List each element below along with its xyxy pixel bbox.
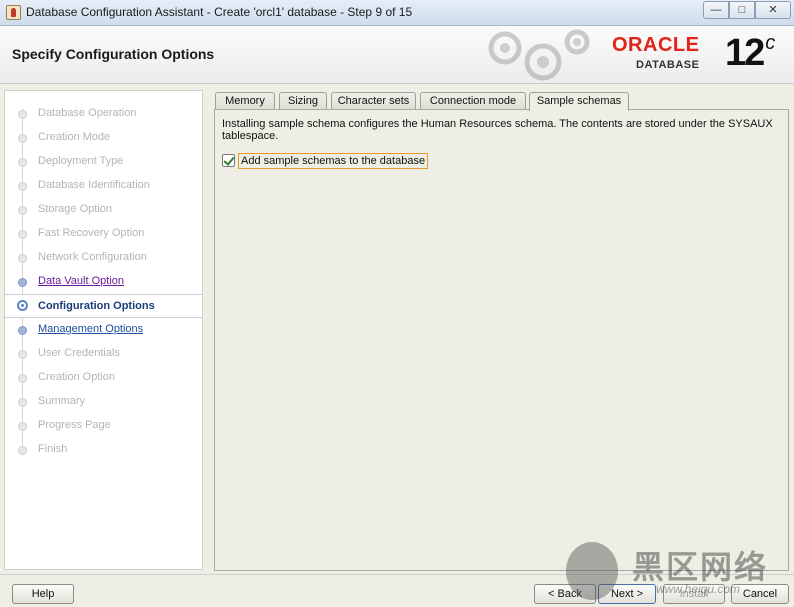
back-button[interactable]: < Back bbox=[534, 584, 596, 604]
oracle-product-text: DATABASE bbox=[636, 59, 700, 71]
step-indicator-icon bbox=[18, 182, 27, 191]
step-label: Configuration Options bbox=[38, 300, 155, 312]
oracle-brand-text: ORACLE bbox=[612, 34, 700, 56]
step-network-configuration: Network Configuration bbox=[5, 247, 202, 269]
step-label: Summary bbox=[38, 395, 86, 407]
tab-memory[interactable]: Memory bbox=[215, 92, 275, 110]
step-management-options[interactable]: Management Options bbox=[5, 319, 202, 341]
step-configuration-options: Configuration Options bbox=[5, 294, 202, 318]
step-label[interactable]: Management Options bbox=[38, 323, 143, 335]
cancel-button[interactable]: Cancel bbox=[731, 584, 789, 604]
step-creation-option: Creation Option bbox=[5, 367, 202, 389]
step-label: Creation Mode bbox=[38, 131, 111, 143]
step-indicator-icon bbox=[18, 254, 27, 263]
step-label: Fast Recovery Option bbox=[38, 227, 145, 239]
step-label: Deployment Type bbox=[38, 155, 124, 167]
step-data-vault-option[interactable]: Data Vault Option bbox=[5, 271, 202, 293]
version-suffix: c bbox=[765, 32, 775, 54]
wizard-button-bar: Help < Back Next > Install Cancel bbox=[0, 574, 794, 607]
window-title: Database Configuration Assistant - Creat… bbox=[26, 5, 413, 19]
gears-decoration-icon bbox=[488, 29, 590, 81]
step-indicator-icon bbox=[18, 446, 27, 455]
wizard-header: Specify Configuration Options ORACLE DAT… bbox=[0, 26, 794, 84]
tab-sample-schemas[interactable]: Sample schemas bbox=[529, 92, 629, 111]
step-label: Finish bbox=[38, 443, 68, 455]
step-indicator-icon bbox=[18, 398, 27, 407]
step-label: Database Identification bbox=[38, 179, 150, 191]
java-app-icon bbox=[6, 5, 21, 20]
step-label: Progress Page bbox=[38, 419, 111, 431]
step-indicator-icon bbox=[18, 326, 27, 335]
step-indicator-icon bbox=[18, 158, 27, 167]
step-summary: Summary bbox=[5, 391, 202, 413]
step-indicator-icon bbox=[18, 350, 27, 359]
step-indicator-icon bbox=[18, 422, 27, 431]
step-label: Creation Option bbox=[38, 371, 116, 383]
next-button[interactable]: Next > bbox=[598, 584, 656, 604]
step-navigation: Database Operation Creation Mode Deploym… bbox=[4, 90, 203, 570]
step-label: Storage Option bbox=[38, 203, 112, 215]
step-user-credentials: User Credentials bbox=[5, 343, 202, 365]
step-progress-page: Progress Page bbox=[5, 415, 202, 437]
step-finish: Finish bbox=[5, 439, 202, 461]
sample-schemas-checkbox-label[interactable]: Add sample schemas to the database bbox=[238, 153, 429, 169]
current-step-indicator-icon bbox=[17, 300, 28, 311]
step-indicator-icon bbox=[18, 374, 27, 383]
step-indicator-icon bbox=[18, 110, 27, 119]
step-label: Network Configuration bbox=[38, 251, 147, 263]
tab-connection-mode[interactable]: Connection mode bbox=[420, 92, 526, 110]
step-storage-option: Storage Option bbox=[5, 199, 202, 221]
step-indicator-icon bbox=[18, 278, 27, 287]
tab-sizing[interactable]: Sizing bbox=[279, 92, 327, 110]
maximize-button[interactable]: □ bbox=[729, 1, 755, 19]
step-fast-recovery-option: Fast Recovery Option bbox=[5, 223, 202, 245]
step-database-identification: Database Identification bbox=[5, 175, 202, 197]
page-title: Specify Configuration Options bbox=[12, 46, 215, 62]
sample-schemas-panel: Installing sample schema configures the … bbox=[214, 109, 789, 571]
sample-schemas-description: Installing sample schema configures the … bbox=[222, 118, 773, 142]
install-button: Install bbox=[663, 584, 725, 604]
version-label: 12 c bbox=[725, 32, 775, 75]
step-indicator-icon bbox=[18, 206, 27, 215]
tab-character-sets[interactable]: Character sets bbox=[331, 92, 416, 110]
step-label[interactable]: Data Vault Option bbox=[38, 275, 124, 287]
minimize-button[interactable]: — bbox=[703, 1, 729, 19]
help-button[interactable]: Help bbox=[12, 584, 74, 604]
step-label: Database Operation bbox=[38, 107, 137, 119]
step-indicator-icon bbox=[18, 134, 27, 143]
window-title-bar[interactable]: Database Configuration Assistant - Creat… bbox=[0, 0, 794, 26]
sample-schemas-checkbox[interactable] bbox=[222, 154, 235, 167]
step-creation-mode: Creation Mode bbox=[5, 127, 202, 149]
step-indicator-icon bbox=[18, 230, 27, 239]
close-button[interactable]: ✕ bbox=[755, 1, 791, 19]
step-deployment-type: Deployment Type bbox=[5, 151, 202, 173]
oracle-logo: ORACLE DATABASE bbox=[612, 34, 722, 78]
step-label: User Credentials bbox=[38, 347, 120, 359]
version-number: 12 bbox=[725, 32, 765, 74]
step-database-operation: Database Operation bbox=[5, 103, 202, 125]
wizard-body: Database Operation Creation Mode Deploym… bbox=[0, 84, 794, 574]
